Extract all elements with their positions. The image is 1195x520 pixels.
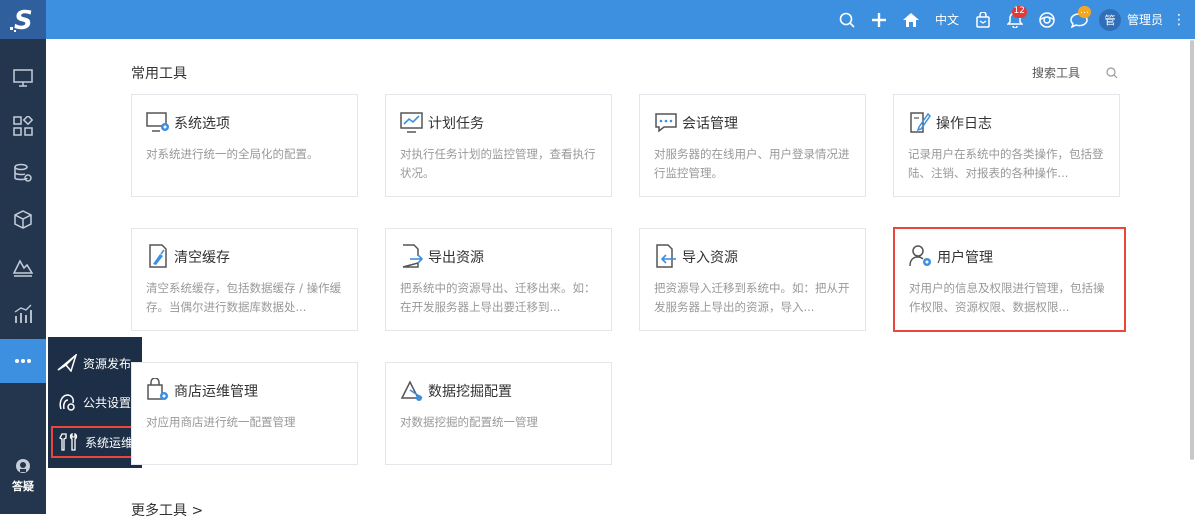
monitor-gear-icon bbox=[146, 112, 169, 132]
bar-chart-icon bbox=[14, 304, 32, 323]
help-label: 答疑 bbox=[12, 480, 34, 493]
card-title: 导入资源 bbox=[682, 250, 738, 266]
store-gear-icon bbox=[147, 378, 168, 400]
sidebar-item-data[interactable] bbox=[0, 151, 46, 195]
card-title: 操作日志 bbox=[936, 116, 992, 132]
tool-card-operation-log[interactable]: 操作日志 记录用户在系统中的各类操作，包括登陆、注销、对报表的各种操作... bbox=[893, 94, 1120, 197]
card-title: 会话管理 bbox=[682, 116, 738, 132]
card-title: 用户管理 bbox=[937, 250, 993, 266]
sidebar-item-help[interactable]: 答疑 bbox=[0, 457, 46, 507]
popup-item-label: 公共设置 bbox=[83, 395, 132, 410]
database-gear-icon bbox=[14, 163, 32, 182]
top-bar: S 中文 12 … 管 管理员 ⋮ bbox=[0, 0, 1195, 39]
more-popup-menu: 资源发布 公共设置 系统运维 bbox=[48, 337, 142, 468]
export-file-icon bbox=[402, 244, 424, 268]
card-title: 系统选项 bbox=[174, 116, 230, 132]
sidebar-item-more[interactable] bbox=[0, 339, 46, 383]
more-tools-link[interactable]: 更多工具 > bbox=[131, 500, 203, 520]
username[interactable]: 管理员 bbox=[1127, 11, 1163, 28]
popup-item-system-maintenance[interactable]: 系统运维 bbox=[51, 426, 139, 458]
shopping-bag-icon[interactable] bbox=[967, 0, 999, 39]
home-icon[interactable] bbox=[895, 0, 927, 39]
import-file-icon bbox=[656, 244, 676, 268]
notification-bell-icon[interactable]: 12 bbox=[999, 0, 1031, 39]
tool-card-export-resources[interactable]: 导出资源 把系统中的资源导出、迁移出来。如：在开发服务器上导出要迁移到... bbox=[385, 228, 612, 331]
popup-item-public-settings[interactable]: 公共设置 bbox=[51, 386, 139, 418]
tool-card-system-options[interactable]: 系统选项 对系统进行统一的全局化的配置。 bbox=[131, 94, 358, 197]
avatar[interactable]: 管 bbox=[1098, 8, 1121, 31]
clear-cache-icon bbox=[149, 244, 167, 268]
card-description: 对执行任务计划的监控管理，查看执行状况。 bbox=[400, 147, 596, 180]
more-horizontal-icon bbox=[15, 359, 31, 363]
svg-text:S: S bbox=[14, 6, 33, 34]
tool-search-icon[interactable] bbox=[1106, 64, 1118, 83]
paper-plane-icon bbox=[57, 354, 77, 372]
sidebar-item-directory[interactable] bbox=[0, 56, 46, 100]
user-gear-icon bbox=[909, 245, 931, 267]
mountain-chart-icon bbox=[13, 259, 33, 277]
data-mining-icon bbox=[400, 380, 423, 401]
tool-card-user-management[interactable]: 用户管理 对用户的信息及权限进行管理，包括操作权限、资源权限、数据权限... bbox=[893, 227, 1126, 332]
card-description: 记录用户在系统中的各类操作，包括登陆、注销、对报表的各种操作... bbox=[908, 147, 1104, 180]
monitor-icon bbox=[13, 69, 33, 87]
trend-chart-icon bbox=[400, 112, 423, 133]
sidebar: 答疑 bbox=[0, 39, 46, 514]
card-title: 导出资源 bbox=[428, 250, 484, 266]
popup-item-label: 资源发布 bbox=[83, 356, 132, 371]
tool-card-data-mining-config[interactable]: 数据挖掘配置 对数据挖掘的配置统一管理 bbox=[385, 362, 612, 465]
card-description: 清空系统缓存，包括数据缓存 / 操作缓存。当偶尔进行数据库数据处... bbox=[146, 281, 342, 314]
section-title: 常用工具 bbox=[131, 66, 187, 82]
notification-badge: 12 bbox=[1011, 6, 1027, 18]
popup-item-resource-publish[interactable]: 资源发布 bbox=[51, 347, 139, 379]
add-icon[interactable] bbox=[863, 0, 895, 39]
logo-s-icon: S bbox=[10, 6, 33, 34]
card-title: 清空缓存 bbox=[174, 250, 230, 266]
tools-icon bbox=[59, 433, 78, 451]
search-tools-label[interactable]: 搜索工具 bbox=[1032, 64, 1080, 81]
tool-card-clear-cache[interactable]: 清空缓存 清空系统缓存，包括数据缓存 / 操作缓存。当偶尔进行数据库数据处... bbox=[131, 228, 358, 331]
card-description: 对应用商店进行统一配置管理 bbox=[146, 415, 296, 429]
card-description: 把系统中的资源导出、迁移出来。如：在开发服务器上导出要迁移到... bbox=[400, 281, 596, 314]
card-title: 商店运维管理 bbox=[174, 384, 258, 400]
edit-log-icon bbox=[910, 112, 931, 133]
card-description: 对数据挖掘的配置统一管理 bbox=[400, 415, 538, 429]
help-headset-icon bbox=[16, 459, 30, 473]
tool-card-import-resources[interactable]: 导入资源 把资源导入迁移到系统中。如：把从开发服务器上导出的资源，导入... bbox=[639, 228, 866, 331]
card-title: 计划任务 bbox=[428, 116, 484, 132]
public-settings-icon bbox=[59, 394, 75, 411]
card-description: 把资源导入迁移到系统中。如：把从开发服务器上导出的资源，导入... bbox=[654, 281, 850, 314]
popup-item-label: 系统运维 bbox=[85, 435, 134, 450]
cube-icon bbox=[14, 210, 32, 229]
settings-eye-icon[interactable] bbox=[1031, 0, 1063, 39]
logo[interactable]: S bbox=[0, 0, 46, 39]
card-title: 数据挖掘配置 bbox=[428, 384, 512, 400]
sidebar-item-components[interactable] bbox=[0, 198, 46, 242]
sidebar-item-statistics[interactable] bbox=[0, 292, 46, 336]
sidebar-item-dashboard[interactable] bbox=[0, 104, 46, 148]
message-badge: … bbox=[1077, 6, 1091, 18]
more-vertical-icon[interactable]: ⋮ bbox=[1171, 13, 1187, 27]
tool-card-store-maintenance[interactable]: 商店运维管理 对应用商店进行统一配置管理 bbox=[131, 362, 358, 465]
chat-bubble-icon bbox=[655, 113, 677, 133]
message-icon[interactable]: … bbox=[1063, 0, 1095, 39]
card-description: 对服务器的在线用户、用户登录情况进行监控管理。 bbox=[654, 147, 850, 180]
language-switch[interactable]: 中文 bbox=[927, 11, 967, 28]
tool-card-scheduled-tasks[interactable]: 计划任务 对执行任务计划的监控管理，查看执行状况。 bbox=[385, 94, 612, 197]
search-icon[interactable] bbox=[831, 0, 863, 39]
card-description: 对用户的信息及权限进行管理，包括操作权限、资源权限、数据权限... bbox=[909, 281, 1105, 314]
tool-card-session-management[interactable]: 会话管理 对服务器的在线用户、用户登录情况进行监控管理。 bbox=[639, 94, 866, 197]
card-description: 对系统进行统一的全局化的配置。 bbox=[146, 147, 319, 161]
sidebar-item-analysis[interactable] bbox=[0, 245, 46, 289]
grid-icon bbox=[13, 116, 33, 136]
page-scrollbar[interactable] bbox=[1190, 40, 1194, 460]
